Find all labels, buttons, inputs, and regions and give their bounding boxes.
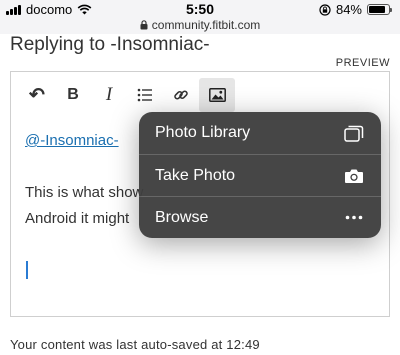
italic-button[interactable]: I (91, 78, 127, 112)
menu-item-take-photo[interactable]: Take Photo (139, 154, 381, 196)
text-cursor (26, 261, 28, 279)
camera-icon (343, 167, 365, 185)
orientation-lock-icon (319, 3, 331, 16)
image-source-menu: Photo Library Take Photo Browse (139, 112, 381, 238)
photo-library-icon (343, 124, 365, 142)
menu-item-label: Photo Library (155, 124, 251, 141)
undo-icon: ↶ (29, 84, 45, 106)
menu-item-label: Browse (155, 208, 209, 226)
bulleted-list-button[interactable] (127, 78, 163, 112)
editor-text-line: Android it might (25, 210, 130, 227)
status-right: 84% (319, 2, 392, 17)
more-icon (343, 209, 365, 227)
user-mention-link[interactable]: @-Insomniac- (25, 132, 119, 149)
address-bar[interactable]: community.fitbit.com (0, 18, 400, 32)
italic-icon: I (105, 84, 113, 105)
menu-item-browse[interactable]: Browse (139, 196, 381, 238)
bold-button[interactable]: B (55, 78, 91, 112)
bold-icon: B (67, 86, 79, 103)
page-title: Replying to -Insomniac- (10, 34, 210, 55)
editor-text-line: This is what show (25, 184, 144, 201)
preview-button[interactable]: PREVIEW (336, 57, 390, 69)
list-icon (137, 88, 152, 102)
link-icon (174, 90, 188, 100)
autosave-status: Your content was last auto-saved at 12:4… (10, 337, 260, 352)
url-text: community.fitbit.com (151, 18, 261, 32)
menu-item-label: Take Photo (155, 166, 236, 184)
battery-fill (369, 6, 385, 13)
undo-button[interactable]: ↶ (19, 78, 55, 112)
status-bar: docomo 5:50 community.fitbit.com 84% (0, 0, 400, 34)
editor-toolbar: ↶ B I (19, 78, 235, 112)
image-icon (208, 88, 226, 102)
battery-icon (367, 4, 392, 15)
lock-icon (140, 20, 148, 30)
link-button[interactable] (163, 78, 199, 112)
menu-item-photo-library[interactable]: Photo Library (139, 112, 381, 154)
insert-image-button[interactable] (199, 78, 235, 112)
battery-percent: 84% (335, 2, 362, 17)
